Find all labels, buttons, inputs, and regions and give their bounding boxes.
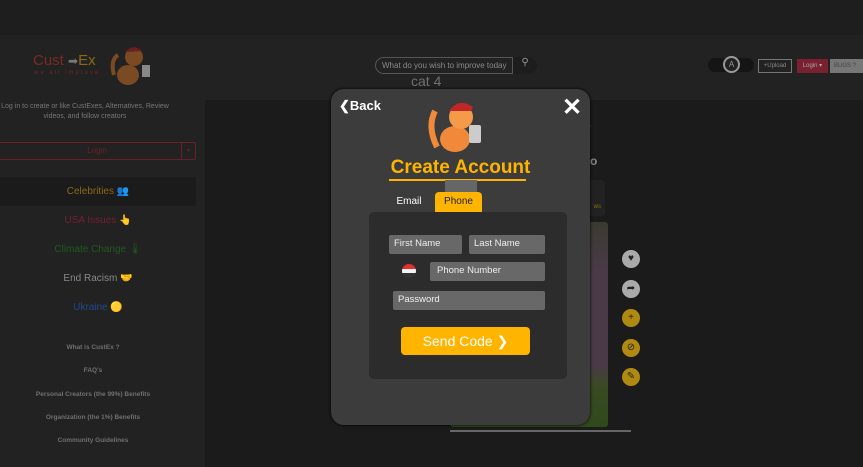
close-icon[interactable]: ✕	[562, 93, 582, 122]
modal-title: Create Account	[390, 157, 531, 178]
accessibility-icon: A	[723, 56, 740, 73]
logo-tagline: we all improve	[34, 70, 101, 76]
plus-icon[interactable]: +	[622, 309, 640, 327]
tab-indicator	[445, 180, 477, 192]
header-login-button[interactable]: Login ▾	[797, 59, 828, 73]
create-account-modal: ❮Back ✕ Create Account Email Phone First…	[331, 89, 590, 425]
background-text: o	[590, 154, 598, 168]
cat-mascot-logo	[110, 47, 150, 85]
browser-top-strip	[0, 0, 863, 35]
sidebar-category[interactable]: Celebrities 👥	[0, 177, 196, 206]
chevron-down-icon[interactable]: ▾	[181, 143, 195, 159]
sidebar-category[interactable]: Ukraine 🟡	[0, 293, 196, 322]
tab-phone[interactable]: Phone	[435, 192, 482, 212]
page-title: cat 4	[411, 73, 442, 89]
last-name-input[interactable]: Last Name	[469, 235, 545, 254]
sidebar-category[interactable]: Climate Change 🌡	[0, 235, 196, 264]
share-icon[interactable]: ➦	[622, 279, 640, 298]
sidebar-link[interactable]: Community Guidelines	[0, 437, 186, 460]
egypt-flag-icon[interactable]	[402, 264, 416, 278]
edit-icon[interactable]: ✎	[622, 368, 640, 386]
sidebar-link[interactable]: FAQ's	[0, 367, 186, 390]
tab-email[interactable]: Email	[389, 192, 429, 212]
info-links: What is CustEx ? FAQ's Personal Creators (…	[0, 344, 186, 460]
sidebar-link[interactable]: Personal Creators (the 99%) Benefits	[0, 391, 186, 414]
cat-mascot	[428, 102, 481, 152]
back-button[interactable]: ❮Back	[339, 98, 381, 114]
sidebar-link[interactable]: What is CustEx ?	[0, 344, 186, 367]
login-hint: Log in to create or like CustExes, Alter…	[1, 103, 169, 120]
heart-icon[interactable]: ♥	[622, 250, 640, 268]
unlink-icon[interactable]: ⊘	[622, 338, 640, 357]
sidebar-category[interactable]: USA Issues 👆	[0, 206, 196, 235]
first-name-input[interactable]: First Name	[389, 235, 462, 254]
logo[interactable]: Cust ➡Ex	[33, 52, 96, 69]
phone-number-input[interactable]: Phone Number	[430, 262, 545, 281]
sidebar-link[interactable]: Organization (the 1%) Benefits	[0, 414, 186, 437]
signup-form: First Name Last Name Phone Number Passwo…	[369, 212, 567, 379]
sidebar-category[interactable]: End Racism 🤝	[0, 264, 196, 293]
upload-button[interactable]: +Upload	[758, 59, 792, 73]
sidebar-login-button[interactable]: Login ▾	[0, 142, 196, 160]
sidebar: Log in to create or like CustExes, Alter…	[0, 100, 205, 467]
video-progress-bar[interactable]	[450, 430, 631, 432]
accessibility-toggle[interactable]: A	[708, 56, 754, 73]
category-list: Celebrities 👥 USA Issues 👆 Climate Change …	[0, 177, 196, 322]
send-code-button[interactable]: Send Code ❯	[401, 327, 530, 355]
search-input[interactable]: What do you wish to improve today	[375, 57, 513, 74]
password-input[interactable]: Password	[393, 291, 545, 310]
search-icon[interactable]: ⚲	[513, 57, 537, 74]
bugs-button[interactable]: BUGS ?	[830, 59, 863, 73]
